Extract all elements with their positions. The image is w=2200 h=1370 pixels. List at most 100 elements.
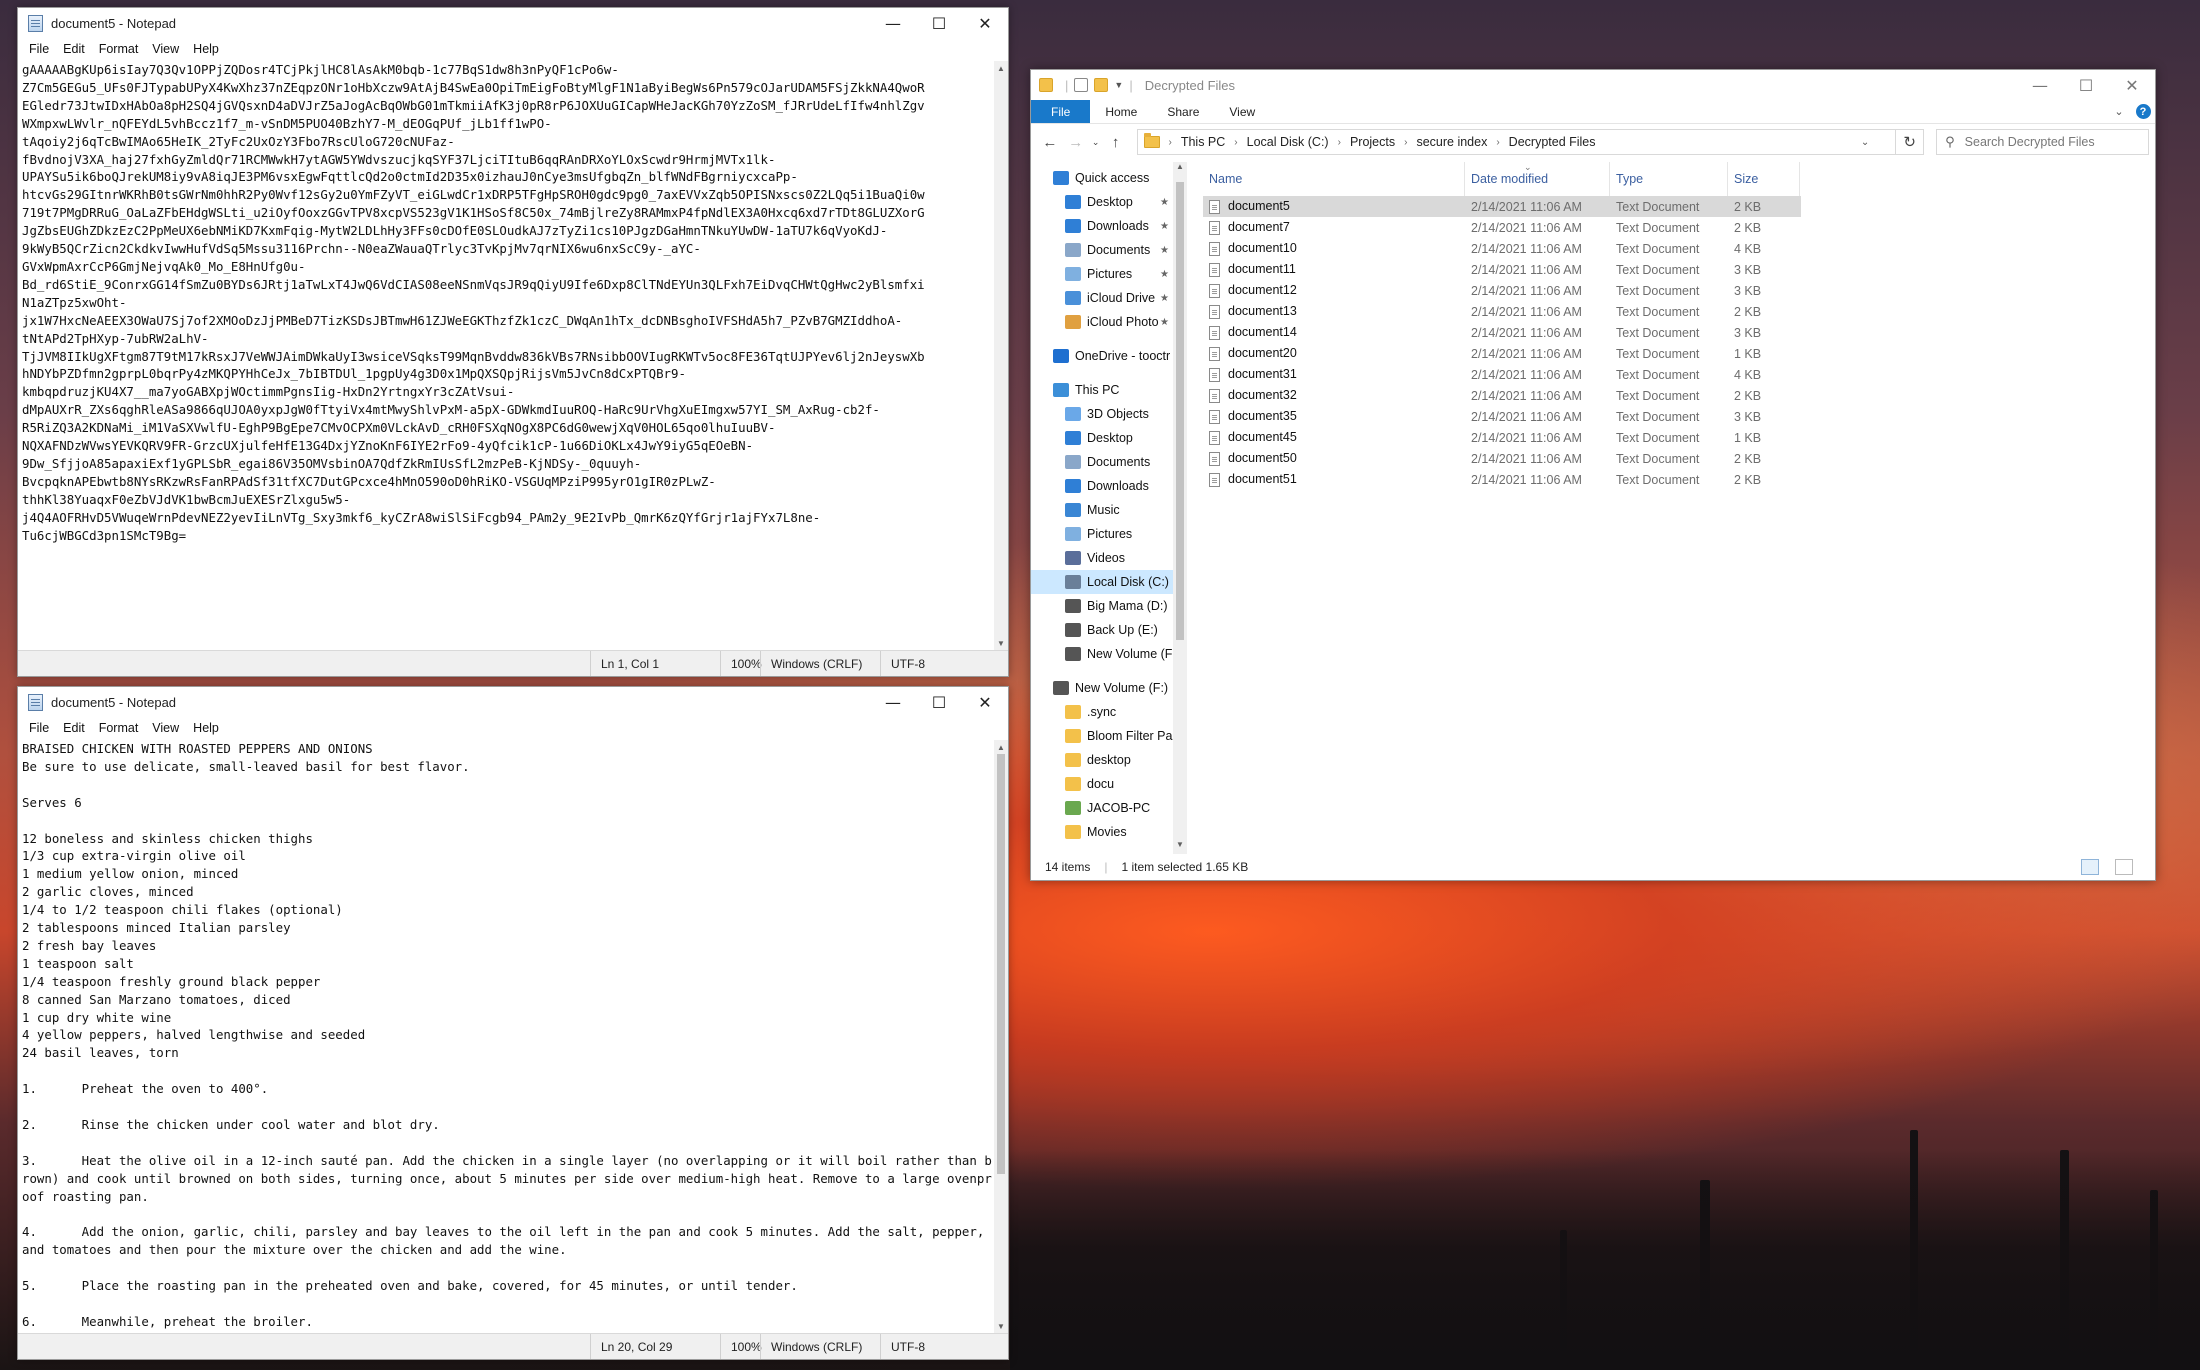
notepad-titlebar[interactable]: document5 - Notepad — ☐ ✕ xyxy=(18,687,1008,717)
nav-item-quick-access[interactable]: Quick access xyxy=(1031,166,1173,190)
nav-item-onedrive-tooctr[interactable]: OneDrive - tooctr xyxy=(1031,344,1173,368)
nav-item-desktop[interactable]: desktop xyxy=(1031,748,1173,772)
menu-format[interactable]: Format xyxy=(92,721,146,735)
scroll-up-icon[interactable]: ▲ xyxy=(994,61,1008,75)
scroll-down-icon[interactable]: ▼ xyxy=(994,1319,1008,1333)
search-input[interactable]: ⚲ Search Decrypted Files xyxy=(1936,129,2149,155)
file-row[interactable]: document13 2/14/2021 11:06 AM Text Documen… xyxy=(1203,301,2155,322)
expand-ribbon-icon[interactable]: ⌄ xyxy=(2107,100,2131,123)
column-date-modified[interactable]: Date modified xyxy=(1465,162,1610,196)
menu-format[interactable]: Format xyxy=(92,42,146,56)
navigation-scrollbar[interactable]: ▲ ▼ xyxy=(1173,162,1187,854)
nav-item-icloud-photo[interactable]: iCloud Photo ★ xyxy=(1031,310,1173,334)
nav-item-jacob-pc[interactable]: JACOB-PC xyxy=(1031,796,1173,820)
scroll-up-icon[interactable]: ▲ xyxy=(1173,162,1187,176)
file-row[interactable]: document50 2/14/2021 11:06 AM Text Documen… xyxy=(1203,448,2155,469)
menu-file[interactable]: File xyxy=(22,42,56,56)
menu-edit[interactable]: Edit xyxy=(56,42,92,56)
notepad-window-recipe[interactable]: document5 - Notepad — ☐ ✕ File Edit Form… xyxy=(17,686,1009,1360)
new-folder-icon[interactable] xyxy=(1094,78,1109,92)
file-row[interactable]: document32 2/14/2021 11:06 AM Text Documen… xyxy=(1203,385,2155,406)
file-row[interactable]: document10 2/14/2021 11:06 AM Text Documen… xyxy=(1203,238,2155,259)
nav-item-local-disk-c[interactable]: Local Disk (C:) xyxy=(1031,570,1173,594)
nav-item-documents[interactable]: Documents ★ xyxy=(1031,238,1173,262)
breadcrumb-this-pc[interactable]: This PC xyxy=(1181,135,1225,149)
menu-help[interactable]: Help xyxy=(186,42,226,56)
file-row[interactable]: document35 2/14/2021 11:06 AM Text Documen… xyxy=(1203,406,2155,427)
customize-toolbar-icon[interactable]: ▼ xyxy=(1114,80,1123,90)
tab-share[interactable]: Share xyxy=(1152,100,1214,123)
nav-item-docu[interactable]: docu xyxy=(1031,772,1173,796)
minimize-button[interactable]: — xyxy=(870,8,916,38)
nav-item-back-up-e[interactable]: Back Up (E:) xyxy=(1031,618,1173,642)
address-bar[interactable]: › This PC › Local Disk (C:) › Projects ›… xyxy=(1136,129,1897,155)
refresh-icon[interactable]: ↻ xyxy=(1896,129,1925,155)
help-button[interactable]: ? xyxy=(2131,100,2155,123)
menu-file[interactable]: File xyxy=(22,721,56,735)
nav-item-downloads[interactable]: Downloads ★ xyxy=(1031,214,1173,238)
large-icons-view-icon[interactable] xyxy=(2115,859,2133,875)
tab-view[interactable]: View xyxy=(1214,100,1270,123)
forward-arrow-icon[interactable]: → xyxy=(1063,134,1089,151)
nav-item-new-volume-f[interactable]: New Volume (F:) xyxy=(1031,676,1173,700)
menu-help[interactable]: Help xyxy=(186,721,226,735)
scroll-down-icon[interactable]: ▼ xyxy=(994,636,1008,650)
file-row[interactable]: document5 2/14/2021 11:06 AM Text Document… xyxy=(1203,196,1801,217)
breadcrumb-projects[interactable]: Projects xyxy=(1350,135,1395,149)
nav-item-videos[interactable]: Videos xyxy=(1031,546,1173,570)
maximize-button[interactable]: ☐ xyxy=(916,687,962,717)
vertical-scrollbar[interactable]: ▲ ▼ xyxy=(994,61,1008,650)
chevron-down-icon[interactable]: ⌄ xyxy=(1861,137,1869,148)
column-type[interactable]: Type xyxy=(1610,162,1728,196)
nav-item-pictures[interactable]: Pictures ★ xyxy=(1031,262,1173,286)
breadcrumb-secure-index[interactable]: secure index xyxy=(1416,135,1487,149)
nav-item-sync[interactable]: .sync xyxy=(1031,700,1173,724)
nav-item-new-volume-f[interactable]: New Volume (F:) xyxy=(1031,642,1173,666)
nav-item-this-pc[interactable]: This PC xyxy=(1031,378,1173,402)
file-row[interactable]: document45 2/14/2021 11:06 AM Text Documen… xyxy=(1203,427,2155,448)
file-row[interactable]: document51 2/14/2021 11:06 AM Text Documen… xyxy=(1203,469,2155,490)
close-button[interactable]: ✕ xyxy=(2109,70,2155,100)
notepad-window-encrypted[interactable]: document5 - Notepad — ☐ ✕ File Edit Form… xyxy=(17,7,1009,677)
nav-item-desktop[interactable]: Desktop ★ xyxy=(1031,190,1173,214)
recent-locations-icon[interactable]: ⌄ xyxy=(1089,137,1103,148)
menu-edit[interactable]: Edit xyxy=(56,721,92,735)
maximize-button[interactable]: ☐ xyxy=(916,8,962,38)
breadcrumb-local-disk[interactable]: Local Disk (C:) xyxy=(1247,135,1329,149)
menu-view[interactable]: View xyxy=(145,42,186,56)
nav-item-pictures[interactable]: Pictures xyxy=(1031,522,1173,546)
tab-home[interactable]: Home xyxy=(1090,100,1152,123)
close-button[interactable]: ✕ xyxy=(962,687,1008,717)
scroll-up-icon[interactable]: ▲ xyxy=(994,740,1008,754)
minimize-button[interactable]: — xyxy=(870,687,916,717)
maximize-button[interactable]: ☐ xyxy=(2063,70,2109,100)
explorer-titlebar[interactable]: | ▼ | Decrypted Files — ☐ ✕ xyxy=(1031,70,2155,100)
file-row[interactable]: document7 2/14/2021 11:06 AM Text Document… xyxy=(1203,217,2155,238)
file-row[interactable]: document31 2/14/2021 11:06 AM Text Documen… xyxy=(1203,364,2155,385)
properties-icon[interactable] xyxy=(1074,78,1089,92)
nav-item-desktop[interactable]: Desktop xyxy=(1031,426,1173,450)
nav-item-movies[interactable]: Movies xyxy=(1031,820,1173,844)
column-size[interactable]: Size xyxy=(1728,162,1800,196)
column-name[interactable]: Name xyxy=(1203,162,1465,196)
file-explorer-window[interactable]: | ▼ | Decrypted Files — ☐ ✕ File Home Sh… xyxy=(1030,69,2156,881)
menu-view[interactable]: View xyxy=(145,721,186,735)
nav-item-documents[interactable]: Documents xyxy=(1031,450,1173,474)
tab-file[interactable]: File xyxy=(1031,100,1091,123)
details-view-icon[interactable] xyxy=(2081,859,2099,875)
nav-item-big-mama-d[interactable]: Big Mama (D:) xyxy=(1031,594,1173,618)
file-row[interactable]: document20 2/14/2021 11:06 AM Text Documen… xyxy=(1203,343,2155,364)
file-row[interactable]: document14 2/14/2021 11:06 AM Text Documen… xyxy=(1203,322,2155,343)
notepad-titlebar[interactable]: document5 - Notepad — ☐ ✕ xyxy=(18,8,1008,38)
breadcrumb-decrypted-files[interactable]: Decrypted Files xyxy=(1509,135,1596,149)
text-editor[interactable]: gAAAAABgKUp6isIay7Q3Qv1OPPjZQDosr4TCjPkj… xyxy=(20,61,994,650)
scrollbar-thumb[interactable] xyxy=(1176,182,1184,640)
vertical-scrollbar[interactable]: ▲ ▼ xyxy=(994,740,1008,1333)
minimize-button[interactable]: — xyxy=(2017,70,2063,100)
nav-item-3d-objects[interactable]: 3D Objects xyxy=(1031,402,1173,426)
scrollbar-thumb[interactable] xyxy=(997,754,1005,1174)
close-button[interactable]: ✕ xyxy=(962,8,1008,38)
nav-item-downloads[interactable]: Downloads xyxy=(1031,474,1173,498)
nav-item-icloud-drive[interactable]: iCloud Drive ★ xyxy=(1031,286,1173,310)
nav-item-music[interactable]: Music xyxy=(1031,498,1173,522)
